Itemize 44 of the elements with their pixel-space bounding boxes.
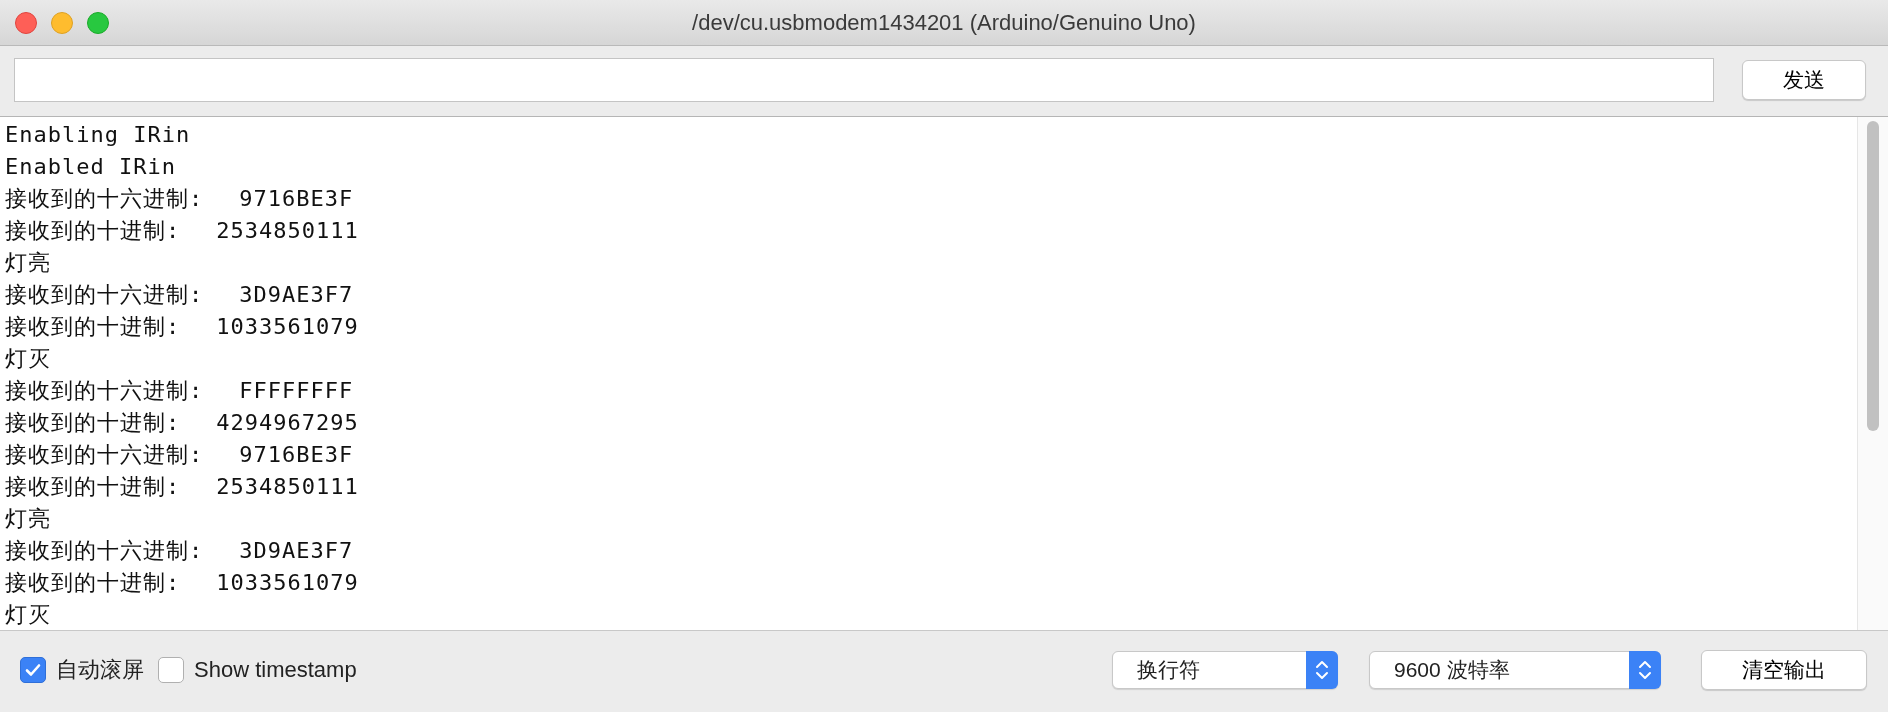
reading-value: 4294967295 <box>216 409 359 437</box>
zoom-icon[interactable] <box>87 11 109 34</box>
reading-label: 接收到的十六进制: <box>5 185 204 213</box>
minimize-icon[interactable] <box>51 11 73 34</box>
reading-value: 2534850111 <box>216 473 359 501</box>
reading-value: 2534850111 <box>216 217 359 245</box>
timestamp-label: Show timestamp <box>194 657 357 683</box>
reading-value: 3D9AE3F7 <box>239 537 354 565</box>
reading-label: 接收到的十进制: <box>5 409 181 437</box>
reading-label: 接收到的十六进制: <box>5 537 204 565</box>
checkbox[interactable] <box>20 657 46 683</box>
reading-label: 接收到的十六进制: <box>5 377 204 405</box>
checkmark-icon <box>24 661 42 679</box>
reading-label: 接收到的十六进制: <box>5 281 204 309</box>
reading-label: 接收到的十六进制: <box>5 441 204 469</box>
reading-label: 接收到的十进制: <box>5 313 181 341</box>
output-line: 灯灭 <box>5 345 51 373</box>
message-input-field[interactable] <box>14 58 1714 102</box>
baud-rate-dropdown[interactable]: 9600 波特率 <box>1369 651 1661 689</box>
clear-output-button[interactable]: 清空输出 <box>1701 650 1867 690</box>
scroll-thumb[interactable] <box>1867 121 1879 431</box>
reading-label: 接收到的十进制: <box>5 473 181 501</box>
output-line: Enabling IRin <box>5 121 191 149</box>
output-line: 灯亮 <box>5 249 51 277</box>
reading-value: 9716BE3F <box>239 185 354 213</box>
autoscroll-label: 自动滚屏 <box>56 656 144 684</box>
reading-label: 接收到的十进制: <box>5 569 181 597</box>
reading-value: FFFFFFFF <box>239 377 354 405</box>
reading-label: 接收到的十进制: <box>5 217 181 245</box>
reading-value: 3D9AE3F7 <box>239 281 354 309</box>
window-title: /dev/cu.usbmodem1434201 (Arduino/Genuino Uno) <box>692 9 1196 35</box>
send-button[interactable]: 发送 <box>1742 60 1866 100</box>
reading-value: 9716BE3F <box>239 441 354 469</box>
close-icon[interactable] <box>15 11 37 34</box>
line-ending-dropdown[interactable]: 换行符 <box>1112 651 1338 689</box>
stepper-icon <box>1638 659 1652 681</box>
output-line: 灯灭 <box>5 601 51 629</box>
output-line: 灯亮 <box>5 505 51 533</box>
output-line: Enabled IRin <box>5 153 176 181</box>
scroll-bar[interactable] <box>1857 117 1888 630</box>
stepper-icon <box>1315 659 1329 681</box>
reading-value: 1033561079 <box>216 569 359 597</box>
checkbox[interactable] <box>158 657 184 683</box>
reading-value: 1033561079 <box>216 313 359 341</box>
